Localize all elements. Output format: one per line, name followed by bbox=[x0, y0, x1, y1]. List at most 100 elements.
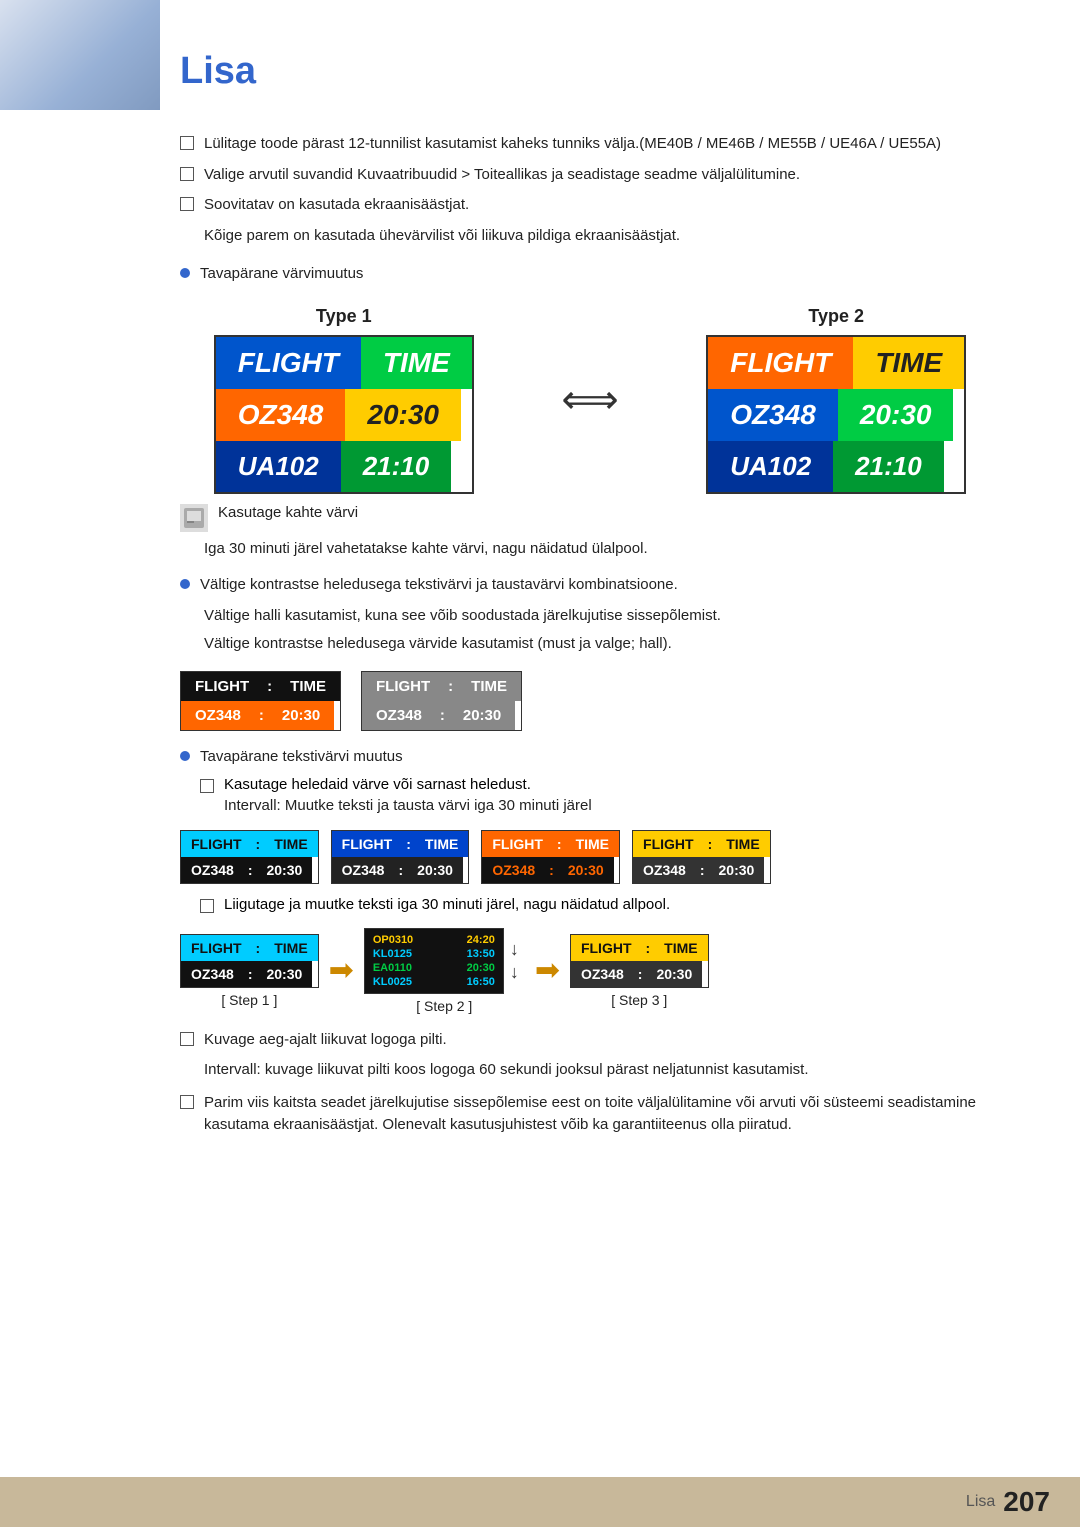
list-item: Parim viis kaitsta seadet järelkujutise … bbox=[180, 1092, 1000, 1137]
data-row-4: UA102 21:10 bbox=[708, 441, 964, 492]
step1-code: OZ348 bbox=[181, 961, 244, 987]
step3-flight: FLIGHT bbox=[571, 935, 642, 961]
header-row: FLIGHT TIME bbox=[216, 337, 472, 389]
dot-icon bbox=[180, 268, 190, 278]
use-colors-text: Kasutage heledaid värve või sarnast hele… bbox=[224, 776, 531, 793]
cv2-value: 20:30 bbox=[407, 857, 463, 883]
small-code-2: OZ348 bbox=[362, 701, 436, 730]
scroll-row-3: EA0110 20:30 bbox=[365, 961, 503, 975]
cv-row-data-4: OZ348 : 20:30 bbox=[633, 857, 770, 883]
cv2-code: OZ348 bbox=[332, 857, 395, 883]
bullet-sq-icon-3 bbox=[200, 899, 214, 913]
scroll-time-4: 16:50 bbox=[467, 976, 495, 988]
colon-data-2: : bbox=[436, 701, 449, 730]
colon-cell-2: : bbox=[444, 672, 457, 701]
step3-item: FLIGHT : TIME OZ348 : 20:30 [ Step 3 ] bbox=[570, 934, 709, 1008]
arrow-container: ⟺ bbox=[541, 377, 638, 423]
color-boards-row: FLIGHT : TIME OZ348 : 20:30 FLIGHT : TIM… bbox=[180, 830, 1000, 884]
cv-row-header-2: FLIGHT : TIME bbox=[332, 831, 469, 857]
cv-row-data-2: OZ348 : 20:30 bbox=[332, 857, 469, 883]
small-header: FLIGHT : TIME bbox=[181, 672, 340, 701]
time-value-cell: 20:30 bbox=[345, 389, 461, 441]
note-sub-text: Iga 30 minuti järel vahetatakse kahte vä… bbox=[204, 538, 1000, 561]
interval2-text: Intervall: kuvage liikuvat pilti koos lo… bbox=[204, 1059, 1000, 1082]
small-header-2: FLIGHT : TIME bbox=[362, 672, 521, 701]
note-section: Kasutage kahte värvi bbox=[180, 504, 1000, 532]
code-cell-3: OZ348 bbox=[708, 389, 838, 441]
step1-label: [ Step 1 ] bbox=[221, 992, 277, 1008]
avoid-sub1: Vältige halli kasutamist, kuna see võib … bbox=[204, 605, 1000, 628]
time-value-cell-4: 21:10 bbox=[833, 441, 944, 492]
page-title: Lisa bbox=[180, 50, 1000, 93]
step1-header: FLIGHT : TIME bbox=[181, 935, 318, 961]
cv2-time: TIME bbox=[415, 831, 468, 857]
cv4-colon-d: : bbox=[696, 857, 709, 883]
cv3-value: 20:30 bbox=[558, 857, 614, 883]
small-code: OZ348 bbox=[181, 701, 255, 730]
scroll-time-1: 24:20 bbox=[467, 934, 495, 946]
header-row-2: FLIGHT TIME bbox=[708, 337, 964, 389]
interval-text: Intervall: Muutke teksti ja tausta värvi… bbox=[224, 795, 1000, 818]
cv4-colon: : bbox=[704, 831, 717, 857]
cv1-time: TIME bbox=[264, 831, 317, 857]
cv3-code: OZ348 bbox=[482, 857, 545, 883]
scroll-code-3: EA0110 bbox=[373, 962, 412, 974]
small-data: OZ348 : 20:30 bbox=[181, 701, 340, 730]
step1-value: 20:30 bbox=[256, 961, 312, 987]
type2-label: Type 2 bbox=[808, 306, 864, 327]
type-comparison: Type 1 FLIGHT TIME OZ348 20:30 UA102 21:… bbox=[180, 306, 1000, 494]
list-item: Valige arvutil suvandid Kuvaatribuudid >… bbox=[180, 164, 1000, 187]
time-value-cell-2: 21:10 bbox=[341, 441, 452, 492]
step1-time: TIME bbox=[264, 935, 317, 961]
step1-flight: FLIGHT bbox=[181, 935, 252, 961]
list-item: Lülitage toode pärast 12-tunnilist kasut… bbox=[180, 133, 1000, 156]
cv-row-data-3: OZ348 : 20:30 bbox=[482, 857, 619, 883]
step3-header: FLIGHT : TIME bbox=[571, 935, 708, 961]
note-icon bbox=[180, 504, 208, 532]
step1-data: OZ348 : 20:30 bbox=[181, 961, 318, 987]
cv-row-header-4: FLIGHT : TIME bbox=[633, 831, 770, 857]
code-cell-4: UA102 bbox=[708, 441, 833, 492]
cv4-flight: FLIGHT bbox=[633, 831, 704, 857]
data-row-1: OZ348 20:30 bbox=[216, 389, 472, 441]
bullet-section-1: Lülitage toode pärast 12-tunnilist kasut… bbox=[180, 133, 1000, 247]
bullet-sq-icon-5 bbox=[180, 1095, 194, 1109]
scroll-board: OP0310 24:20 KL0125 13:50 EA0110 20:30 bbox=[364, 928, 504, 994]
list-item: Soovitatav on kasutada ekraanisäästjat. bbox=[180, 194, 1000, 217]
small-data-2: OZ348 : 20:30 bbox=[362, 701, 521, 730]
type2-board: FLIGHT TIME OZ348 20:30 UA102 21:10 bbox=[706, 335, 966, 494]
dot-icon-3 bbox=[180, 751, 190, 761]
step-arrow-1-icon: ➡ bbox=[329, 953, 354, 988]
step-arrow-2-icon: ➡ bbox=[535, 953, 560, 988]
down-arrow-1-icon: ↓ bbox=[510, 939, 519, 960]
small-value: 20:30 bbox=[268, 701, 334, 730]
cv-board-3: FLIGHT : TIME OZ348 : 20:30 bbox=[481, 830, 620, 884]
bullet-square-icon bbox=[180, 167, 194, 181]
small-board-2: FLIGHT : TIME OZ348 : 20:30 bbox=[361, 671, 522, 731]
scroll-time-2: 13:50 bbox=[467, 948, 495, 960]
step3-colon-d: : bbox=[634, 961, 647, 987]
type2-block: Type 2 FLIGHT TIME OZ348 20:30 UA102 21:… bbox=[706, 306, 966, 494]
scroll-row-2: KL0125 13:50 bbox=[365, 947, 503, 961]
dot-label-2: Vältige kontrastse heledusega tekstivärv… bbox=[200, 574, 678, 597]
colon-cell: : bbox=[263, 672, 276, 701]
note-text: Kasutage kahte värvi bbox=[218, 504, 358, 521]
data-row-3: OZ348 20:30 bbox=[708, 389, 964, 441]
small-time: TIME bbox=[276, 672, 340, 701]
step3-colon: : bbox=[642, 935, 655, 961]
list-item: Tavapärane tekstivärvi muutus bbox=[180, 746, 1000, 769]
footer-label: Lisa bbox=[966, 1493, 995, 1511]
cv2-colon: : bbox=[402, 831, 415, 857]
step1-item: FLIGHT : TIME OZ348 : 20:30 [ Step 1 ] bbox=[180, 934, 319, 1008]
code-cell: OZ348 bbox=[216, 389, 346, 441]
list-item: Tavapärane värvimuutus bbox=[180, 263, 1000, 286]
bullet-square-icon bbox=[180, 136, 194, 150]
step1-colon-d: : bbox=[244, 961, 257, 987]
bullet-sq-icon-4 bbox=[180, 1032, 194, 1046]
dot-label-4: Kuvage aeg-ajalt liikuvat logoga pilti. bbox=[204, 1029, 447, 1052]
main-content: Lisa Lülitage toode pärast 12-tunnilist … bbox=[0, 0, 1080, 1225]
sub-bullet-colors: Kasutage heledaid värve või sarnast hele… bbox=[200, 776, 1000, 793]
down-arrows: ↓ ↓ bbox=[504, 939, 525, 983]
flight-cell: FLIGHT bbox=[216, 337, 361, 389]
step1-board: FLIGHT : TIME OZ348 : 20:30 bbox=[180, 934, 319, 988]
